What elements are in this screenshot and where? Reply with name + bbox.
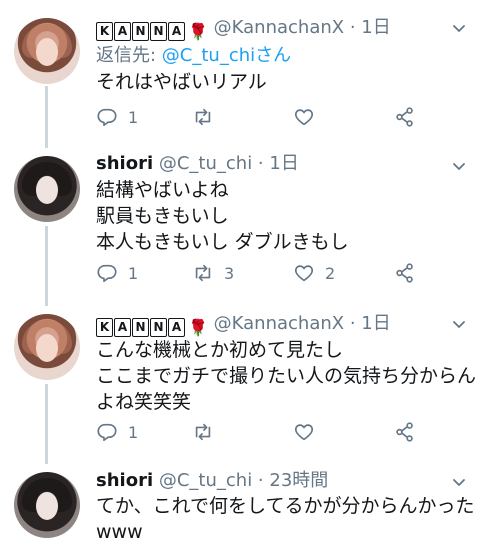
action-bar: 1 <box>96 106 426 128</box>
retweet-button[interactable]: 3 <box>192 262 234 284</box>
user-handle[interactable]: @C_tu_chi <box>159 153 252 174</box>
like-button[interactable] <box>293 106 325 128</box>
display-name[interactable]: K A N N A 🌹 <box>96 317 208 339</box>
like-button[interactable]: 2 <box>293 262 335 284</box>
chevron-down-icon[interactable] <box>452 318 466 332</box>
timestamp[interactable]: 1日 <box>269 153 298 174</box>
display-name[interactable]: shiori <box>96 470 153 491</box>
retweet-icon <box>195 108 211 126</box>
reply-icon <box>97 423 117 442</box>
thread-line <box>45 226 48 306</box>
timestamp[interactable]: 1日 <box>361 313 390 334</box>
heart-icon <box>294 109 314 126</box>
thread-line <box>45 86 48 148</box>
chevron-down-icon[interactable] <box>452 476 466 490</box>
share-icon <box>396 263 413 283</box>
reply-count: 1 <box>128 107 139 127</box>
avatar[interactable] <box>14 472 80 538</box>
action-bar: 1 3 2 <box>96 262 426 284</box>
retweet-count: 3 <box>224 263 235 283</box>
reply-count: 1 <box>128 263 139 283</box>
rose-emoji: 🌹 <box>188 21 208 41</box>
share-icon <box>396 107 413 127</box>
reply-button[interactable]: 1 <box>96 262 138 284</box>
tweet-text: てか、これで何をしてるかが分からんかった www <box>96 495 475 543</box>
chevron-down-icon[interactable] <box>452 22 466 36</box>
tweet-header: K A N N A 🌹 @KannachanX · 1日 <box>96 313 391 339</box>
rose-emoji: 🌹 <box>188 317 208 337</box>
reply-to-link[interactable]: @C_tu_chiさん <box>162 45 291 66</box>
user-handle[interactable]: @KannachanX <box>214 313 344 334</box>
thread-line <box>45 384 48 464</box>
reply-context: 返信先: @C_tu_chiさん <box>96 45 292 66</box>
action-bar: 1 <box>96 421 426 443</box>
share-button[interactable] <box>394 421 416 443</box>
display-name[interactable]: shiori <box>96 153 153 174</box>
reply-button[interactable]: 1 <box>96 106 138 128</box>
retweet-icon <box>195 423 211 441</box>
chevron-down-icon[interactable] <box>452 160 466 174</box>
like-count: 2 <box>325 263 336 283</box>
avatar[interactable] <box>14 156 80 222</box>
retweet-icon <box>195 264 211 282</box>
like-button[interactable] <box>293 421 325 443</box>
tweet-header: shiori @C_tu_chi · 23時間 <box>96 470 329 491</box>
user-handle[interactable]: @KannachanX <box>214 17 344 38</box>
heart-icon <box>294 424 314 441</box>
share-icon <box>396 422 413 442</box>
share-button[interactable] <box>394 106 416 128</box>
reply-icon <box>97 108 117 127</box>
tweet-text: それはやばいリアル <box>96 71 267 93</box>
tweet-header: shiori @C_tu_chi · 1日 <box>96 153 299 174</box>
timestamp[interactable]: 1日 <box>361 17 390 38</box>
reply-count: 1 <box>128 422 139 442</box>
reply-icon <box>97 264 117 283</box>
tweet-header: K A N N A 🌹 @KannachanX · 1日 <box>96 17 391 43</box>
avatar[interactable] <box>14 18 80 84</box>
timestamp[interactable]: 23時間 <box>269 470 328 491</box>
heart-icon <box>294 265 314 282</box>
retweet-button[interactable] <box>192 421 224 443</box>
retweet-button[interactable] <box>192 106 224 128</box>
reply-button[interactable]: 1 <box>96 421 138 443</box>
avatar[interactable] <box>14 314 80 380</box>
share-button[interactable] <box>394 262 416 284</box>
display-name[interactable]: K A N N A 🌹 <box>96 21 208 43</box>
user-handle[interactable]: @C_tu_chi <box>159 470 252 491</box>
tweet-text: こんな機械とか初めて見たし ここまでガチで撮りたい人の気持ち分からん よね笑笑笑 <box>96 339 477 413</box>
tweet-text: 結構やばいよね 駅員もきもいし 本人もきもいし ダブルきもし <box>96 179 349 253</box>
